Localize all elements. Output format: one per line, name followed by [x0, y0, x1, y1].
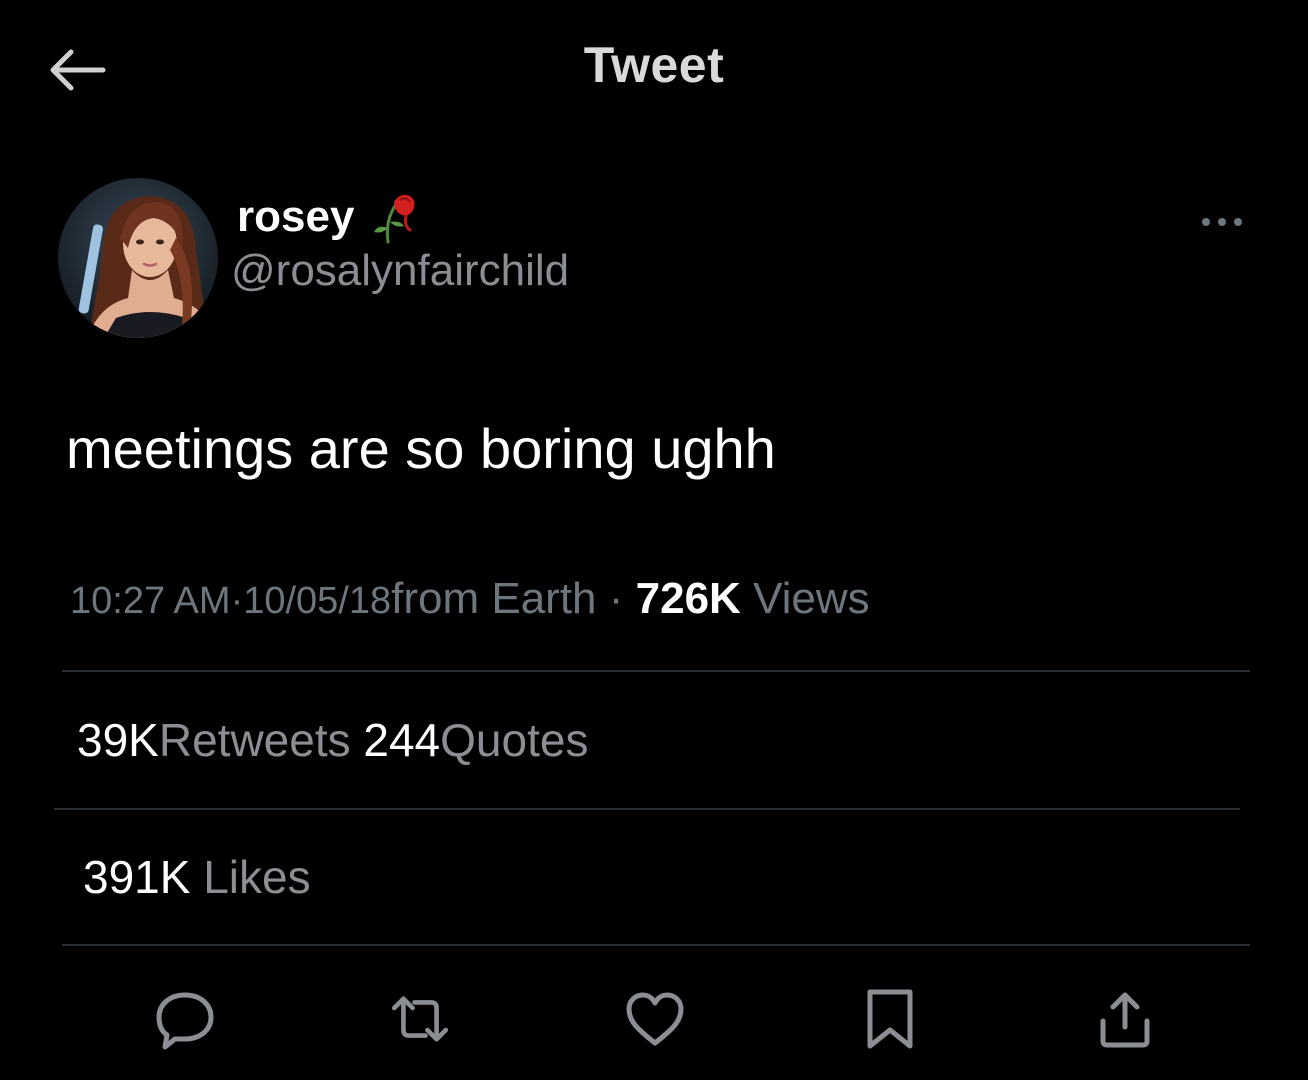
likes-stat[interactable]: 391K Likes: [83, 850, 311, 904]
share-icon: [1100, 992, 1150, 1048]
retweet-icon: [391, 996, 449, 1042]
avatar[interactable]: [58, 178, 218, 338]
quotes-count: 244: [363, 714, 441, 766]
divider: [62, 670, 1250, 672]
quotes-stat[interactable]: 244Quotes: [363, 714, 588, 766]
user-handle[interactable]: @rosalynfairchild: [231, 246, 569, 296]
wilted-rose-icon: [364, 188, 422, 246]
more-options-button[interactable]: [1192, 202, 1252, 242]
reply-button[interactable]: [150, 984, 220, 1054]
tweet-source: from Earth: [391, 574, 597, 623]
tweet-meta: 10:27 AM·10/05/18from Earth · 726K Views: [70, 574, 870, 624]
bookmark-icon: [867, 989, 913, 1049]
divider: [54, 808, 1240, 810]
display-name-text: rosey: [237, 192, 355, 241]
likes-label: Likes: [203, 851, 311, 903]
more-horizontal-icon: [1202, 218, 1242, 226]
tweet-date[interactable]: 10/05/18: [243, 580, 391, 622]
separator-dot: ·: [230, 580, 244, 622]
like-button[interactable]: [620, 984, 690, 1054]
reply-icon: [156, 992, 214, 1050]
bookmark-button[interactable]: [855, 984, 925, 1054]
retweets-count: 39K: [77, 714, 159, 766]
tweet-time[interactable]: 10:27 AM: [70, 580, 231, 622]
like-icon: [626, 992, 684, 1046]
avatar-image: [58, 178, 218, 338]
display-name[interactable]: rosey: [237, 188, 422, 246]
page-title: Tweet: [583, 37, 725, 93]
retweet-button[interactable]: [385, 984, 455, 1054]
share-button[interactable]: [1090, 984, 1160, 1054]
likes-count: 391K: [83, 851, 191, 903]
retweets-label: Retweets: [158, 714, 351, 766]
tweet-text: meetings are so boring ughh: [66, 417, 776, 480]
stats-row: 39KRetweets 244Quotes: [77, 713, 588, 767]
divider: [62, 944, 1250, 946]
views-count: 726K: [635, 574, 741, 623]
retweets-stat[interactable]: 39KRetweets: [77, 714, 351, 766]
quotes-label: Quotes: [440, 714, 589, 766]
separator-dot: ·: [596, 574, 636, 623]
views-label: Views: [753, 574, 870, 623]
